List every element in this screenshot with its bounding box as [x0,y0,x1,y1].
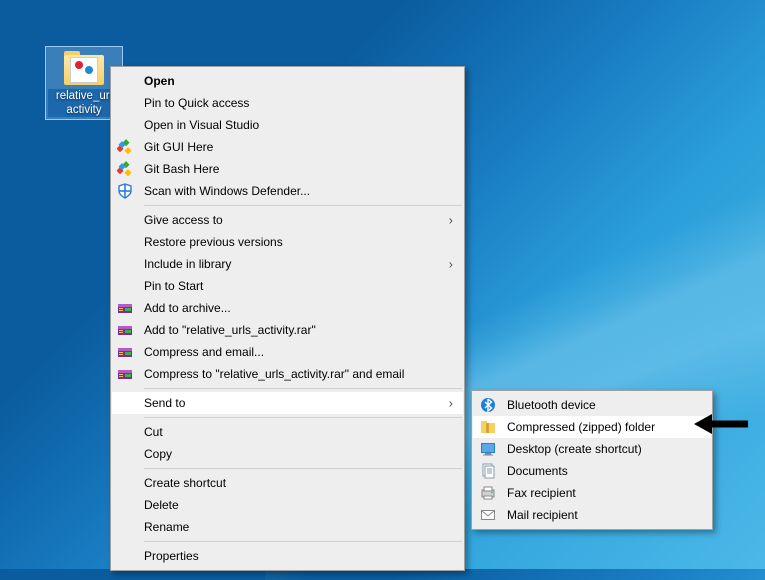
menu-label: Cut [144,425,163,439]
menu-open-visual-studio[interactable]: Open in Visual Studio [112,114,463,136]
menu-defender[interactable]: Scan with Windows Defender... [112,180,463,202]
annotation-arrow [694,412,750,436]
menu-include-library[interactable]: Include in library › [112,253,463,275]
menu-give-access[interactable]: Give access to › [112,209,463,231]
submenu-bluetooth[interactable]: Bluetooth device [473,394,711,416]
winrar-icon [116,299,134,317]
menu-label: Include in library [144,257,231,271]
menu-label: Open [144,74,175,88]
menu-label: Scan with Windows Defender... [144,184,310,198]
menu-send-to[interactable]: Send to › [112,392,463,414]
submenu-documents[interactable]: Documents [473,460,711,482]
git-icon [116,160,134,178]
menu-label: Open in Visual Studio [144,118,259,132]
menu-compress-email[interactable]: Compress and email... [112,341,463,363]
menu-label: Send to [144,396,185,410]
menu-label: Delete [144,498,179,512]
menu-label: Give access to [144,213,223,227]
shield-icon [116,182,134,200]
menu-rename[interactable]: Rename [112,516,463,538]
menu-compress-named-email[interactable]: Compress to "relative_urls_activity.rar"… [112,363,463,385]
submenu-fax[interactable]: Fax recipient [473,482,711,504]
submenu-mail[interactable]: Mail recipient [473,504,711,526]
menu-label: Add to "relative_urls_activity.rar" [144,323,316,337]
chevron-right-icon: › [449,396,453,411]
separator [144,388,462,389]
menu-label: Git Bash Here [144,162,219,176]
menu-add-archive[interactable]: Add to archive... [112,297,463,319]
mail-icon [479,506,497,524]
winrar-icon [116,365,134,383]
menu-label: Rename [144,520,189,534]
menu-label: Bluetooth device [507,398,596,412]
menu-label: Pin to Quick access [144,96,249,110]
context-menu: Open Pin to Quick access Open in Visual … [110,66,465,571]
send-to-submenu: Bluetooth device Compressed (zipped) fol… [471,390,713,530]
menu-delete[interactable]: Delete [112,494,463,516]
separator [144,468,462,469]
chevron-right-icon: › [449,257,453,272]
menu-label: Create shortcut [144,476,226,490]
separator [144,541,462,542]
winrar-icon [116,321,134,339]
menu-pin-quick-access[interactable]: Pin to Quick access [112,92,463,114]
chevron-right-icon: › [449,213,453,228]
menu-restore-previous[interactable]: Restore previous versions [112,231,463,253]
menu-label: Documents [507,464,568,478]
submenu-desktop-shortcut[interactable]: Desktop (create shortcut) [473,438,711,460]
menu-label: Desktop (create shortcut) [507,442,642,456]
menu-label: Git GUI Here [144,140,213,154]
menu-git-bash[interactable]: Git Bash Here [112,158,463,180]
menu-label: Copy [144,447,172,461]
documents-icon [479,462,497,480]
separator [144,205,462,206]
menu-label: Compressed (zipped) folder [507,420,655,434]
winrar-icon [116,343,134,361]
menu-properties[interactable]: Properties [112,545,463,567]
zip-folder-icon [479,418,497,436]
menu-label: Compress and email... [144,345,264,359]
menu-create-shortcut[interactable]: Create shortcut [112,472,463,494]
menu-label: Add to archive... [144,301,231,315]
git-icon [116,138,134,156]
bluetooth-icon [479,396,497,414]
menu-label: Pin to Start [144,279,203,293]
folder-icon [62,51,106,87]
separator [144,417,462,418]
menu-git-gui[interactable]: Git GUI Here [112,136,463,158]
submenu-compressed-folder[interactable]: Compressed (zipped) folder [473,416,711,438]
menu-add-named-rar[interactable]: Add to "relative_urls_activity.rar" [112,319,463,341]
menu-label: Properties [144,549,199,563]
menu-label: Restore previous versions [144,235,283,249]
menu-copy[interactable]: Copy [112,443,463,465]
menu-pin-start[interactable]: Pin to Start [112,275,463,297]
fax-icon [479,484,497,502]
menu-label: Fax recipient [507,486,576,500]
desktop-icon [479,440,497,458]
menu-label: Mail recipient [507,508,578,522]
menu-cut[interactable]: Cut [112,421,463,443]
menu-open[interactable]: Open [112,70,463,92]
menu-label: Compress to "relative_urls_activity.rar"… [144,367,404,381]
